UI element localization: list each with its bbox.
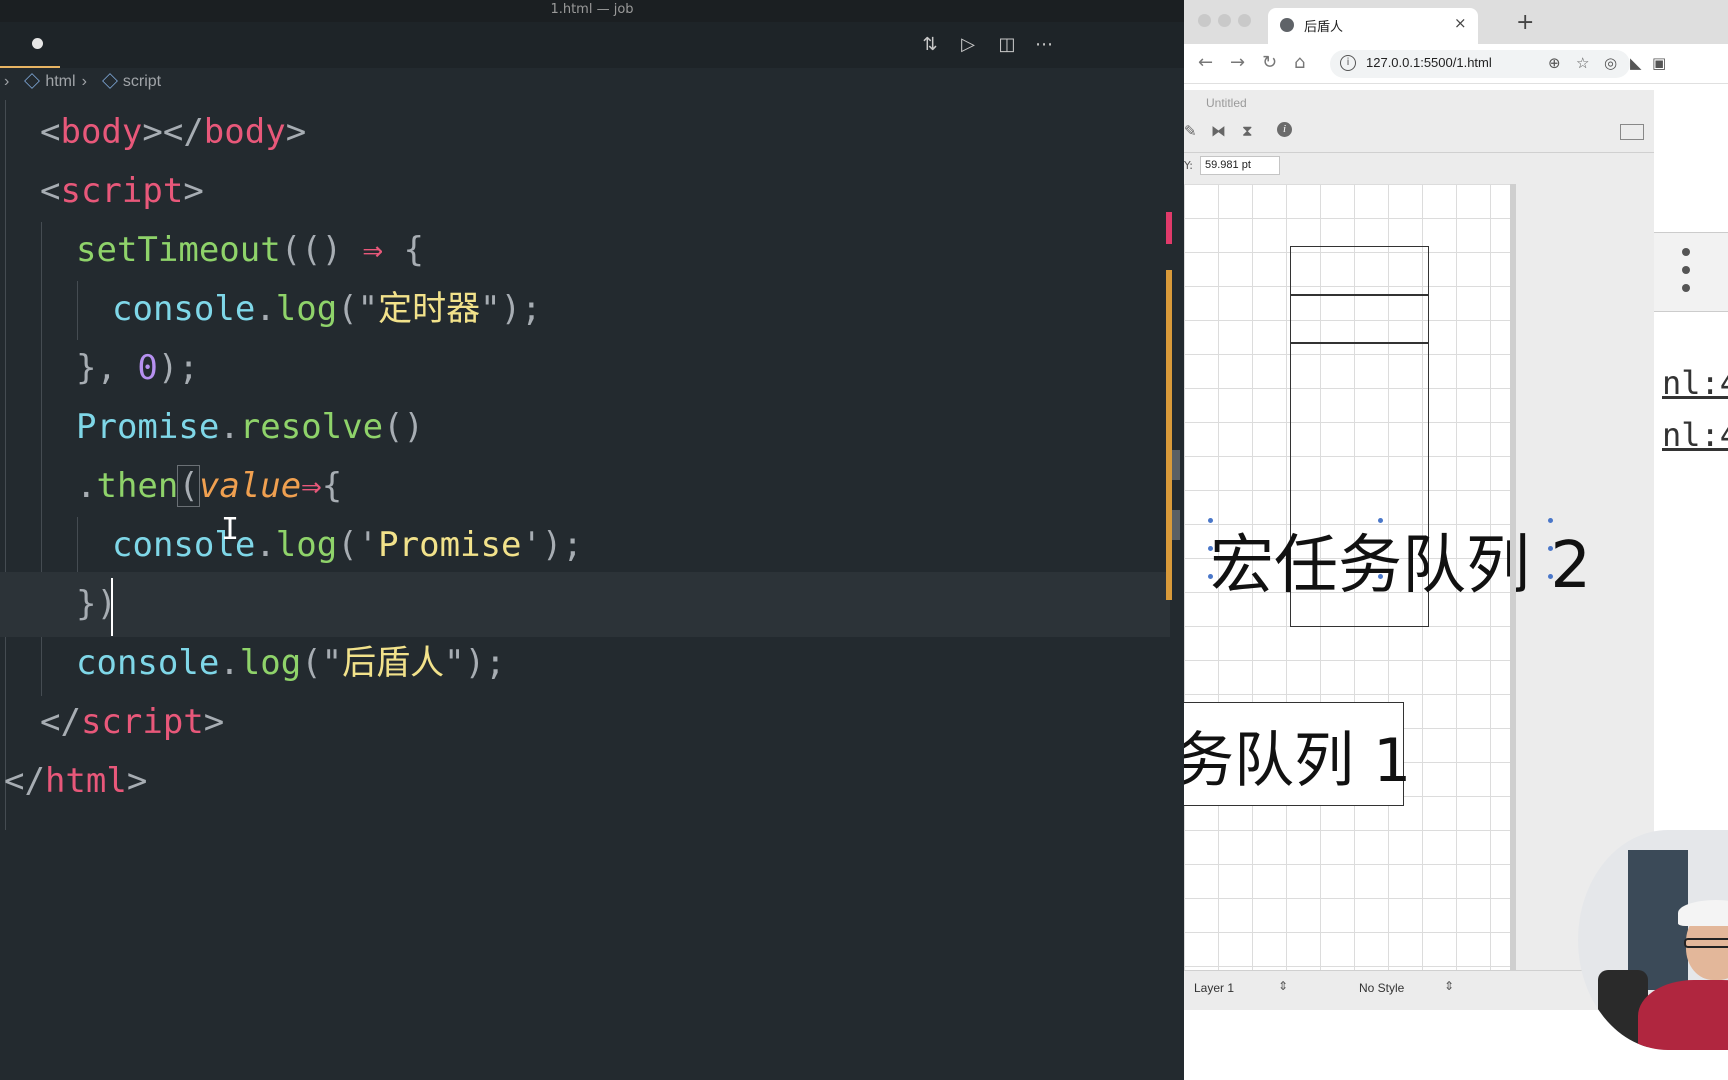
console-source-link[interactable]: nl:49 (1662, 364, 1728, 402)
globe-icon (1280, 18, 1294, 32)
page-area (1654, 84, 1728, 234)
y-position-input[interactable]: 59.981 pt (1200, 156, 1280, 175)
selection-handle[interactable] (1208, 574, 1213, 579)
drawing-canvas[interactable]: 宏任务队列 2 (1184, 184, 1591, 970)
position-row: Y: 59.981 pt (1184, 152, 1654, 180)
zoom-icon[interactable]: ⊕ (1548, 54, 1561, 72)
style-select[interactable]: No Style (1359, 981, 1404, 995)
selection-handle[interactable] (1548, 574, 1553, 579)
split-editor-icon[interactable]: ◫ (995, 34, 1019, 56)
browser-toolbar: ← → ↻ ⌂ i 127.0.0.1:5500/1.html ⊕ ☆ ◎ ◣ … (1184, 44, 1728, 84)
scrollbar-thumb[interactable] (1172, 510, 1180, 540)
macro-task-queue-2-label[interactable]: 宏任务队列 2 (1210, 514, 1591, 606)
code-editor[interactable]: 1.html — job ⇅ ▷ ◫ ⋯ › html › script <body>… (0, 0, 1184, 1080)
task-queue-1-label[interactable]: 务队列 1 (1184, 712, 1411, 799)
info-icon[interactable]: i (1277, 122, 1292, 137)
devtools-header (1654, 232, 1728, 312)
code-line-8: console.log('Promise'); (112, 525, 583, 565)
code-line-12: </html> (4, 761, 148, 801)
flip-horizontal-icon[interactable]: ⧓ (1211, 122, 1226, 140)
forward-icon[interactable]: → (1230, 52, 1245, 73)
source-control-compare-icon[interactable]: ⇅ (918, 34, 942, 56)
more-actions-icon[interactable]: ⋯ (1032, 34, 1056, 56)
code-line-10: console.log("后盾人"); (76, 643, 506, 683)
tab-close-button[interactable]: × (1454, 14, 1467, 32)
window-title: 1.html — job (0, 0, 1184, 22)
drawing-app-title: Untitled (1206, 96, 1247, 110)
scrollbar-thumb[interactable] (1172, 450, 1180, 480)
updown-chevron-icon[interactable]: ⇕ (1278, 979, 1288, 993)
text-cursor (111, 578, 113, 636)
selection-handle[interactable] (1378, 518, 1383, 523)
drawing-app-window: Untitled ✎ ⧓ ⧗ i Y: 59.981 pt 宏任务队列 2 务队… (1184, 90, 1654, 1010)
element-icon (101, 73, 118, 89)
updown-chevron-icon[interactable]: ⇕ (1444, 979, 1454, 993)
new-tab-button[interactable]: + (1516, 10, 1534, 35)
selection-handle[interactable] (1208, 546, 1213, 551)
matching-bracket: ( (177, 465, 200, 507)
address-bar-url: 127.0.0.1:5500/1.html (1366, 55, 1492, 70)
selection-handle[interactable] (1378, 574, 1383, 579)
back-icon[interactable]: ← (1198, 52, 1213, 73)
toggle-panel-icon[interactable] (1620, 124, 1644, 140)
layer-select[interactable]: Layer 1 (1194, 981, 1234, 995)
reload-icon[interactable]: ↻ (1262, 52, 1277, 73)
stack-cell[interactable] (1290, 246, 1429, 296)
browser-tab-strip: 后盾人 × + (1184, 0, 1728, 44)
kebab-menu-icon[interactable] (1682, 248, 1690, 294)
extension-icon[interactable]: ◎ (1604, 54, 1617, 72)
selection-handle[interactable] (1208, 518, 1213, 523)
editor-tab-bar: ⇅ ▷ ◫ ⋯ (0, 22, 1184, 68)
element-icon (24, 73, 41, 89)
distribute-icon[interactable]: ⧗ (1242, 122, 1253, 140)
home-icon[interactable]: ⌂ (1294, 52, 1305, 73)
chevron-right-icon: › (4, 73, 10, 90)
code-line-7: .then(value⇒{ (76, 465, 343, 507)
breadcrumb-item-script[interactable]: script (123, 73, 161, 90)
code-line-11: </script> (40, 702, 225, 742)
window-close-button[interactable] (1198, 14, 1211, 27)
y-label: Y: (1184, 159, 1193, 172)
code-line-6: Promise.resolve() (76, 407, 425, 447)
ibeam-cursor-icon: I (221, 512, 240, 547)
breadcrumb: › html › script (0, 68, 1184, 96)
run-icon[interactable]: ▷ (956, 34, 980, 56)
code-line-5: }, 0); (76, 348, 199, 388)
browser-tab-title: 后盾人 (1304, 20, 1344, 35)
stack-cell[interactable] (1290, 294, 1429, 344)
code-line-4: console.log("定时器"); (112, 289, 542, 329)
minimap-change-bar (1166, 270, 1172, 600)
console-source-link[interactable]: nl:47 (1662, 416, 1728, 454)
drawing-toolbar: ✎ ⧓ ⧗ i (1184, 114, 1654, 146)
browser-tab[interactable]: 后盾人 × (1268, 8, 1478, 44)
breadcrumb-item-html[interactable]: html (45, 73, 75, 90)
minimap-error-marker (1166, 212, 1172, 244)
selection-handle[interactable] (1548, 518, 1553, 523)
selection-handle[interactable] (1548, 546, 1553, 551)
code-line-2: <script> (40, 171, 204, 211)
canvas-edge (1510, 184, 1516, 970)
bookmark-star-icon[interactable]: ☆ (1576, 54, 1589, 72)
editor-tab-active[interactable] (0, 22, 60, 68)
code-line-3: setTimeout(() ⇒ { (76, 230, 425, 270)
window-zoom-button[interactable] (1238, 14, 1251, 27)
unsaved-dot-icon (32, 38, 43, 49)
extension-icon[interactable]: ▣ (1652, 54, 1666, 72)
window-minimize-button[interactable] (1218, 14, 1231, 27)
extension-icon[interactable]: ◣ (1630, 54, 1642, 72)
code-line-1: <body></body> (40, 112, 307, 152)
code-line-9-current: }) (0, 572, 1170, 637)
style-tool-icon[interactable]: ✎ (1184, 122, 1197, 140)
chevron-right-icon: › (81, 73, 87, 90)
site-info-icon[interactable]: i (1340, 55, 1356, 71)
